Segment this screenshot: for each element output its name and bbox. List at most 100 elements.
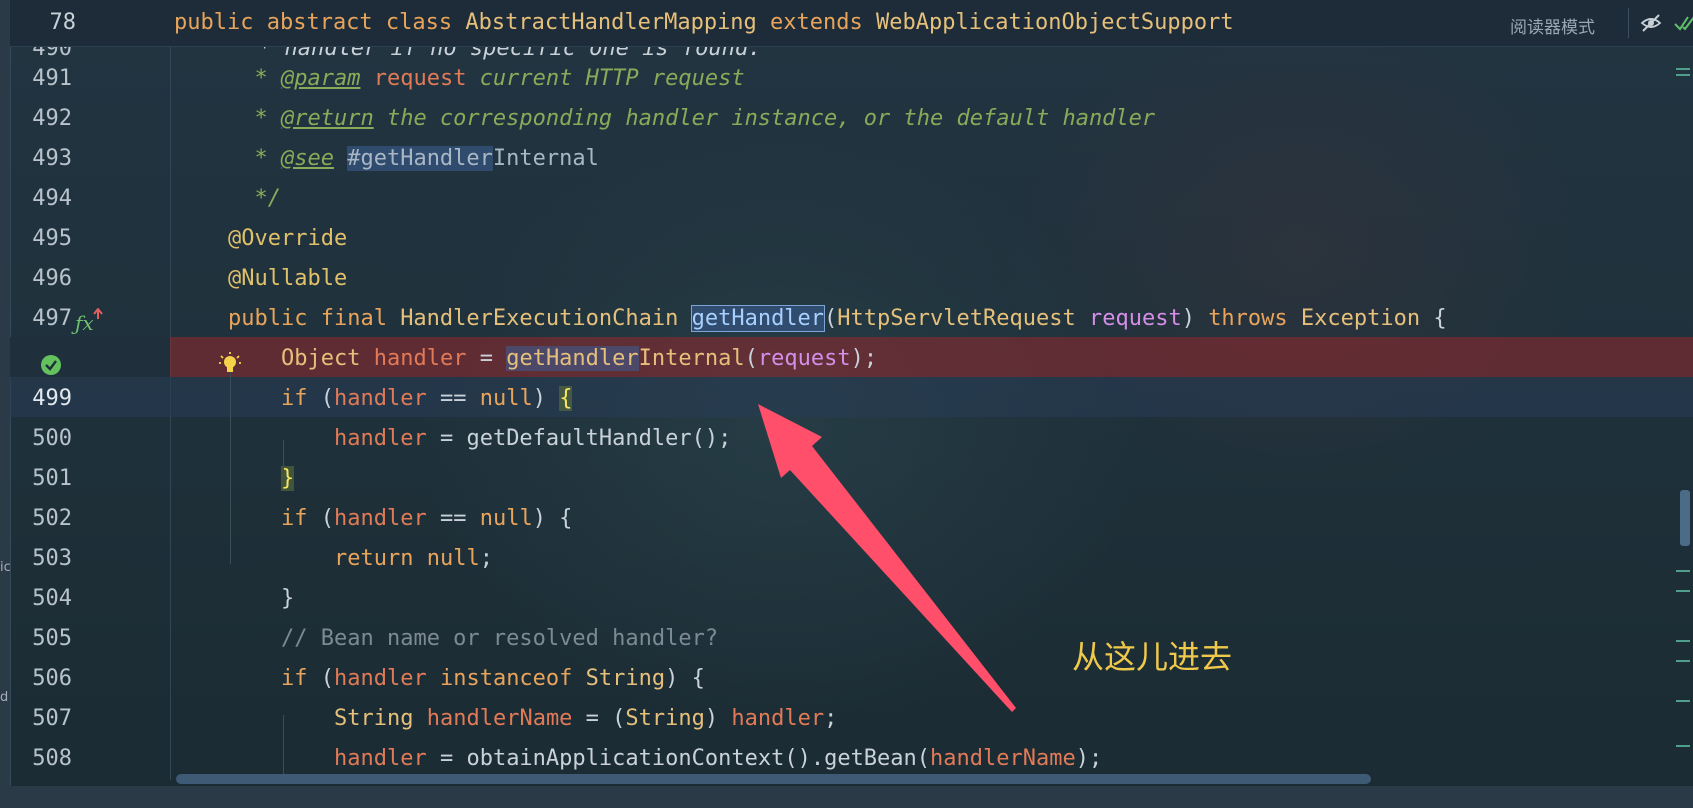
line-number[interactable]: 496: [20, 266, 72, 291]
code-token[interactable]: String: [625, 706, 704, 731]
code-token[interactable]: */: [228, 186, 281, 211]
code-text[interactable]: @Nullable: [228, 266, 347, 291]
code-token[interactable]: request: [1089, 306, 1182, 331]
error-stripe-marker[interactable]: [1676, 74, 1690, 76]
code-token[interactable]: getHandler: [506, 346, 639, 371]
line-number[interactable]: 497: [20, 306, 72, 331]
code-text[interactable]: if (handler instanceof String) {: [281, 666, 705, 691]
code-token[interactable]: =: [466, 346, 506, 371]
code-line[interactable]: 502 if (handler == null) {: [10, 497, 1693, 537]
fx-override-icon[interactable]: ƒx: [75, 311, 94, 335]
reader-mode-button[interactable]: 阅读器模式: [1510, 13, 1595, 38]
line-number[interactable]: 499: [20, 386, 72, 411]
code-token[interactable]: Internal: [639, 346, 745, 371]
code-token[interactable]: ) {: [665, 666, 705, 691]
error-stripe-marker[interactable]: [1676, 700, 1690, 702]
code-token[interactable]: = obtainApplicationContext().getBean(: [427, 746, 930, 771]
code-token[interactable]: String: [334, 706, 413, 731]
code-line-current[interactable]: 499 if (handler == null) {: [10, 377, 1693, 417]
code-token[interactable]: public abstract class: [174, 10, 465, 35]
error-stripe-marker[interactable]: [1676, 590, 1690, 592]
line-number[interactable]: 501: [20, 466, 72, 491]
code-token[interactable]: getHandler: [690, 305, 826, 332]
line-number[interactable]: 506: [20, 666, 72, 691]
code-line[interactable]: 495 @Override: [10, 217, 1693, 257]
code-text[interactable]: return null;: [334, 546, 493, 571]
code-token[interactable]: ): [705, 706, 732, 731]
code-token[interactable]: // Bean name or resolved handler?: [281, 626, 718, 651]
code-token[interactable]: ) {: [533, 506, 573, 531]
code-token[interactable]: ;: [480, 546, 493, 571]
code-token[interactable]: Exception: [1301, 306, 1420, 331]
code-line[interactable]: 497 public final HandlerExecutionChain ge…: [10, 297, 1693, 337]
code-line[interactable]: 504}: [10, 577, 1693, 617]
code-token[interactable]: ): [1182, 306, 1209, 331]
code-token[interactable]: [360, 66, 373, 91]
code-token[interactable]: return null: [334, 546, 480, 571]
code-token[interactable]: @Nullable: [228, 266, 347, 291]
code-token[interactable]: *: [228, 146, 281, 171]
code-token[interactable]: handler: [334, 386, 427, 411]
code-token[interactable]: @Override: [228, 226, 347, 251]
code-token[interactable]: );: [1076, 746, 1103, 771]
code-text[interactable]: * @see #getHandlerInternal: [228, 146, 599, 171]
code-token[interactable]: (: [745, 346, 758, 371]
code-token[interactable]: ==: [427, 506, 480, 531]
code-token[interactable]: (: [321, 386, 334, 411]
code-text[interactable]: String handlerName = (String) handler;: [334, 706, 837, 731]
code-text[interactable]: handler = obtainApplicationContext().get…: [334, 746, 1102, 771]
error-stripe-marker[interactable]: [1676, 745, 1690, 747]
line-number[interactable]: 507: [20, 706, 72, 731]
code-token[interactable]: (: [824, 306, 837, 331]
code-token[interactable]: *: [228, 106, 281, 131]
code-line[interactable]: 500 handler = getDefaultHandler();: [10, 417, 1693, 457]
code-text[interactable]: if (handler == null) {: [281, 506, 572, 531]
code-text[interactable]: public final HandlerExecutionChain getHa…: [228, 305, 1447, 332]
breakpoint-check-icon[interactable]: [41, 355, 61, 375]
code-token[interactable]: handlerName: [930, 746, 1076, 771]
code-text[interactable]: }: [281, 586, 294, 611]
code-line[interactable]: 505 // Bean name or resolved handler?: [10, 617, 1693, 657]
code-line[interactable]: 508 handler = obtainApplicationContext().…: [10, 737, 1693, 777]
line-number[interactable]: 504: [20, 586, 72, 611]
code-token[interactable]: handlerName: [427, 706, 573, 731]
code-token[interactable]: instanceof: [427, 666, 586, 691]
code-token[interactable]: @see: [281, 146, 334, 171]
code-line[interactable]: 501}: [10, 457, 1693, 497]
code-token[interactable]: Internal: [493, 146, 599, 171]
code-line[interactable]: 507 String handlerName = (String) handler…: [10, 697, 1693, 737]
code-text[interactable]: if (handler == null) {: [281, 386, 573, 411]
code-token[interactable]: [334, 146, 347, 171]
code-token[interactable]: *: [228, 66, 281, 91]
line-number[interactable]: 491: [20, 66, 72, 91]
code-line[interactable]: 506 if (handler instanceof String) {: [10, 657, 1693, 697]
code-token[interactable]: HandlerExecutionChain: [400, 306, 678, 331]
line-number[interactable]: 494: [20, 186, 72, 211]
line-number[interactable]: 502: [20, 506, 72, 531]
code-token[interactable]: if: [281, 386, 321, 411]
line-number[interactable]: 503: [20, 546, 72, 571]
error-stripe-marker[interactable]: [1676, 660, 1690, 662]
code-token[interactable]: null: [480, 506, 533, 531]
error-stripe-marker[interactable]: [1676, 570, 1690, 572]
line-number[interactable]: 508: [20, 746, 72, 771]
code-line[interactable]: 491 * @param request current HTTP reques…: [10, 57, 1693, 97]
code-token[interactable]: #getHandler: [347, 146, 493, 171]
code-token[interactable]: handler: [731, 706, 824, 731]
horizontal-scrollbar[interactable]: [176, 774, 1371, 784]
code-token[interactable]: @param: [281, 66, 360, 91]
code-token[interactable]: [1076, 306, 1089, 331]
code-token[interactable]: handler: [334, 666, 427, 691]
code-token[interactable]: AbstractHandlerMapping: [465, 10, 756, 35]
code-token[interactable]: handler: [334, 506, 427, 531]
code-line[interactable]: 503 return null;: [10, 537, 1693, 577]
code-token[interactable]: the corresponding handler instance, or t…: [374, 106, 1155, 131]
code-token[interactable]: = getDefaultHandler();: [427, 426, 731, 451]
code-line[interactable]: 492 * @return the corresponding handler …: [10, 97, 1693, 137]
code-text[interactable]: Object handler = getHandlerInternal(requ…: [281, 346, 877, 371]
code-token[interactable]: Object: [281, 346, 360, 371]
code-token[interactable]: [360, 346, 373, 371]
line-number[interactable]: 492: [20, 106, 72, 131]
code-token[interactable]: throws: [1208, 306, 1301, 331]
code-token[interactable]: }: [281, 586, 294, 611]
